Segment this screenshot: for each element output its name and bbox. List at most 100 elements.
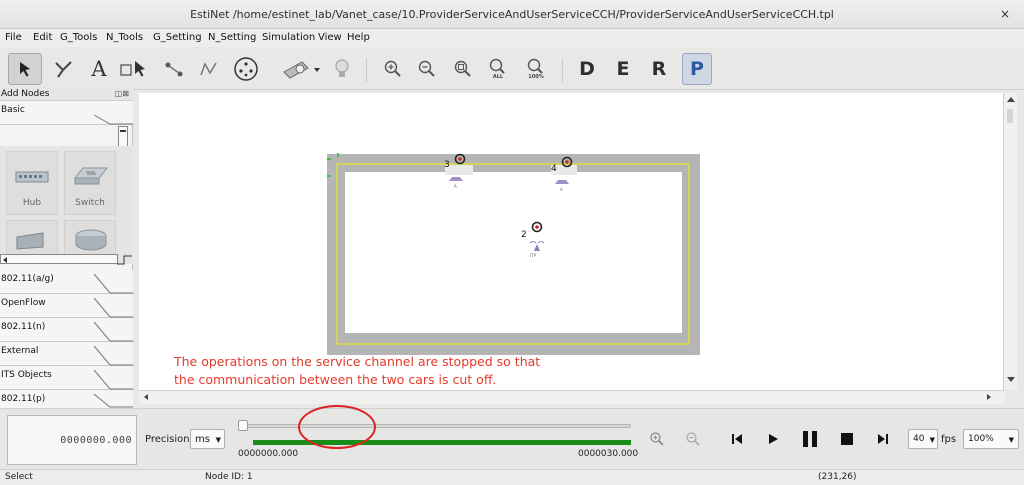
node-palette-hscroll[interactable] xyxy=(0,254,118,264)
mode-r-button[interactable]: R xyxy=(646,53,672,85)
zoom-all-icon[interactable]: ALL xyxy=(484,53,512,85)
link-icon[interactable] xyxy=(160,53,188,85)
node-3-dot xyxy=(458,157,462,161)
category-external[interactable]: External xyxy=(0,342,133,366)
status-coordinates: (231,26) xyxy=(818,472,857,482)
select-arrow-icon[interactable] xyxy=(8,53,42,85)
time-slider-thumb[interactable] xyxy=(238,420,248,431)
mode-e-button[interactable]: E xyxy=(610,53,636,85)
add-nodes-panel: Add Nodes ◫⊠ Basic Hub Switch 802.11(a/g… xyxy=(0,88,133,408)
lightbulb-icon[interactable] xyxy=(330,53,354,85)
node-router[interactable] xyxy=(64,220,116,256)
stop-icon[interactable] xyxy=(836,427,858,451)
skip-to-start-icon[interactable] xyxy=(726,427,748,451)
scroll-left-icon[interactable] xyxy=(144,394,148,400)
toolbar-separator xyxy=(366,58,367,82)
rectangle-pointer-icon[interactable] xyxy=(118,53,152,85)
precision-label: Precision xyxy=(145,434,190,445)
ruler-icon[interactable] xyxy=(280,53,324,85)
device-icon xyxy=(16,232,44,250)
chevron-down-icon: ▼ xyxy=(1008,436,1014,444)
highlight-ellipse xyxy=(298,405,376,449)
zoom-out-control-icon[interactable] xyxy=(682,427,704,451)
node-router-ish[interactable] xyxy=(6,220,58,256)
category-its-objects[interactable]: ITS Objects xyxy=(0,366,133,390)
zoom-fit-icon[interactable] xyxy=(450,53,476,85)
node-hub[interactable]: Hub xyxy=(6,151,58,215)
node-switch[interactable]: Switch xyxy=(64,151,116,215)
zoom-select[interactable]: 100% ▼ xyxy=(963,429,1019,449)
switch-icon xyxy=(73,167,109,185)
fps-value: 40 xyxy=(913,434,925,444)
menu-n-tools[interactable]: N_Tools xyxy=(106,32,143,43)
scroll-up-icon[interactable] xyxy=(1007,97,1015,102)
annotation-text: The operations on the service channel ar… xyxy=(174,353,540,389)
close-icon[interactable]: × xyxy=(1000,7,1010,21)
scroll-down-icon[interactable] xyxy=(1007,377,1015,382)
hub-label: Hub xyxy=(22,198,42,208)
category-80211n[interactable]: 802.11(n) xyxy=(0,318,133,342)
estinet-window: EstiNet /home/estinet_lab/Vanet_case/10.… xyxy=(0,0,1024,485)
road-map: 3 A 4 A 2 ITP xyxy=(327,153,700,355)
canvas-vertical-scrollbar[interactable] xyxy=(1003,93,1017,390)
category-basic[interactable]: Basic xyxy=(0,101,133,125)
menu-file[interactable]: File xyxy=(5,32,22,43)
skip-to-end-icon[interactable] xyxy=(872,427,894,451)
status-mode: Select xyxy=(5,472,33,482)
menu-n-setting[interactable]: N_Setting xyxy=(208,32,256,43)
zoom-out-icon[interactable] xyxy=(414,53,440,85)
menu-help[interactable]: Help xyxy=(347,32,370,43)
menu-edit[interactable]: Edit xyxy=(33,32,52,43)
node-4-dot xyxy=(565,160,569,164)
menu-g-setting[interactable]: G_Setting xyxy=(153,32,202,43)
mode-r-label: R xyxy=(651,58,667,80)
menu-view[interactable]: View xyxy=(318,32,342,43)
switch-label: Switch xyxy=(75,198,105,208)
category-80211p[interactable]: 802.11(p) xyxy=(0,390,133,408)
chevron-down-icon: ▼ xyxy=(929,436,935,444)
zoom-100-icon[interactable]: 100% xyxy=(522,53,550,85)
wireless-range-icon[interactable] xyxy=(230,53,262,85)
mode-p-button[interactable]: P xyxy=(682,53,712,85)
node-4-label: 4 xyxy=(551,164,557,174)
topology-canvas[interactable]: 3 A 4 A 2 ITP xyxy=(139,93,1005,390)
annotation-line-2: the communication between the two cars i… xyxy=(174,372,497,387)
rsu-label: ITP xyxy=(530,253,537,258)
resize-grip-icon xyxy=(117,255,132,265)
fps-label: fps xyxy=(941,434,957,445)
panel-float-close-icon[interactable]: ◫⊠ xyxy=(115,89,129,98)
vscroll-thumb[interactable] xyxy=(1007,109,1013,123)
precision-select[interactable]: ms ▼ xyxy=(190,429,225,449)
hub-icon xyxy=(15,171,49,183)
mode-d-label: D xyxy=(579,58,595,80)
pen-icon[interactable] xyxy=(194,53,224,85)
panel-title: Add Nodes xyxy=(1,89,50,99)
toolbar: A ALL 100% D E R P xyxy=(0,48,1024,90)
text-tool-icon[interactable]: A xyxy=(86,53,112,85)
precision-value: ms xyxy=(195,434,210,445)
annotation-line-1: The operations on the service channel ar… xyxy=(174,354,541,369)
wire-icon[interactable] xyxy=(50,53,78,85)
category-80211ag[interactable]: 802.11(a/g) xyxy=(0,270,133,294)
node-2-label: 2 xyxy=(521,230,527,240)
pause-icon[interactable] xyxy=(798,427,822,451)
menu-simulation[interactable]: Simulation xyxy=(262,32,315,43)
zoom-in-control-icon[interactable] xyxy=(646,427,668,451)
play-icon[interactable] xyxy=(762,427,784,451)
node-palette: Hub Switch xyxy=(0,146,133,264)
zoom-in-icon[interactable] xyxy=(380,53,406,85)
fps-select[interactable]: 40 ▼ xyxy=(908,429,938,449)
zoom-value: 100% xyxy=(968,434,994,444)
zoom-all-label: ALL xyxy=(492,74,504,80)
text-tool-label: A xyxy=(91,57,107,81)
zoom-100-label: 100% xyxy=(528,74,544,80)
window-title: EstiNet /home/estinet_lab/Vanet_case/10.… xyxy=(190,8,834,21)
category-openflow[interactable]: OpenFlow xyxy=(0,294,133,318)
scroll-right-icon[interactable] xyxy=(987,394,991,400)
mode-d-button[interactable]: D xyxy=(574,53,600,85)
canvas-horizontal-scrollbar[interactable] xyxy=(139,390,1005,404)
car-4-label: A xyxy=(560,187,563,192)
time-slider-track[interactable] xyxy=(238,424,631,428)
menu-g-tools[interactable]: G_Tools xyxy=(60,32,97,43)
mode-p-label: P xyxy=(690,58,704,80)
